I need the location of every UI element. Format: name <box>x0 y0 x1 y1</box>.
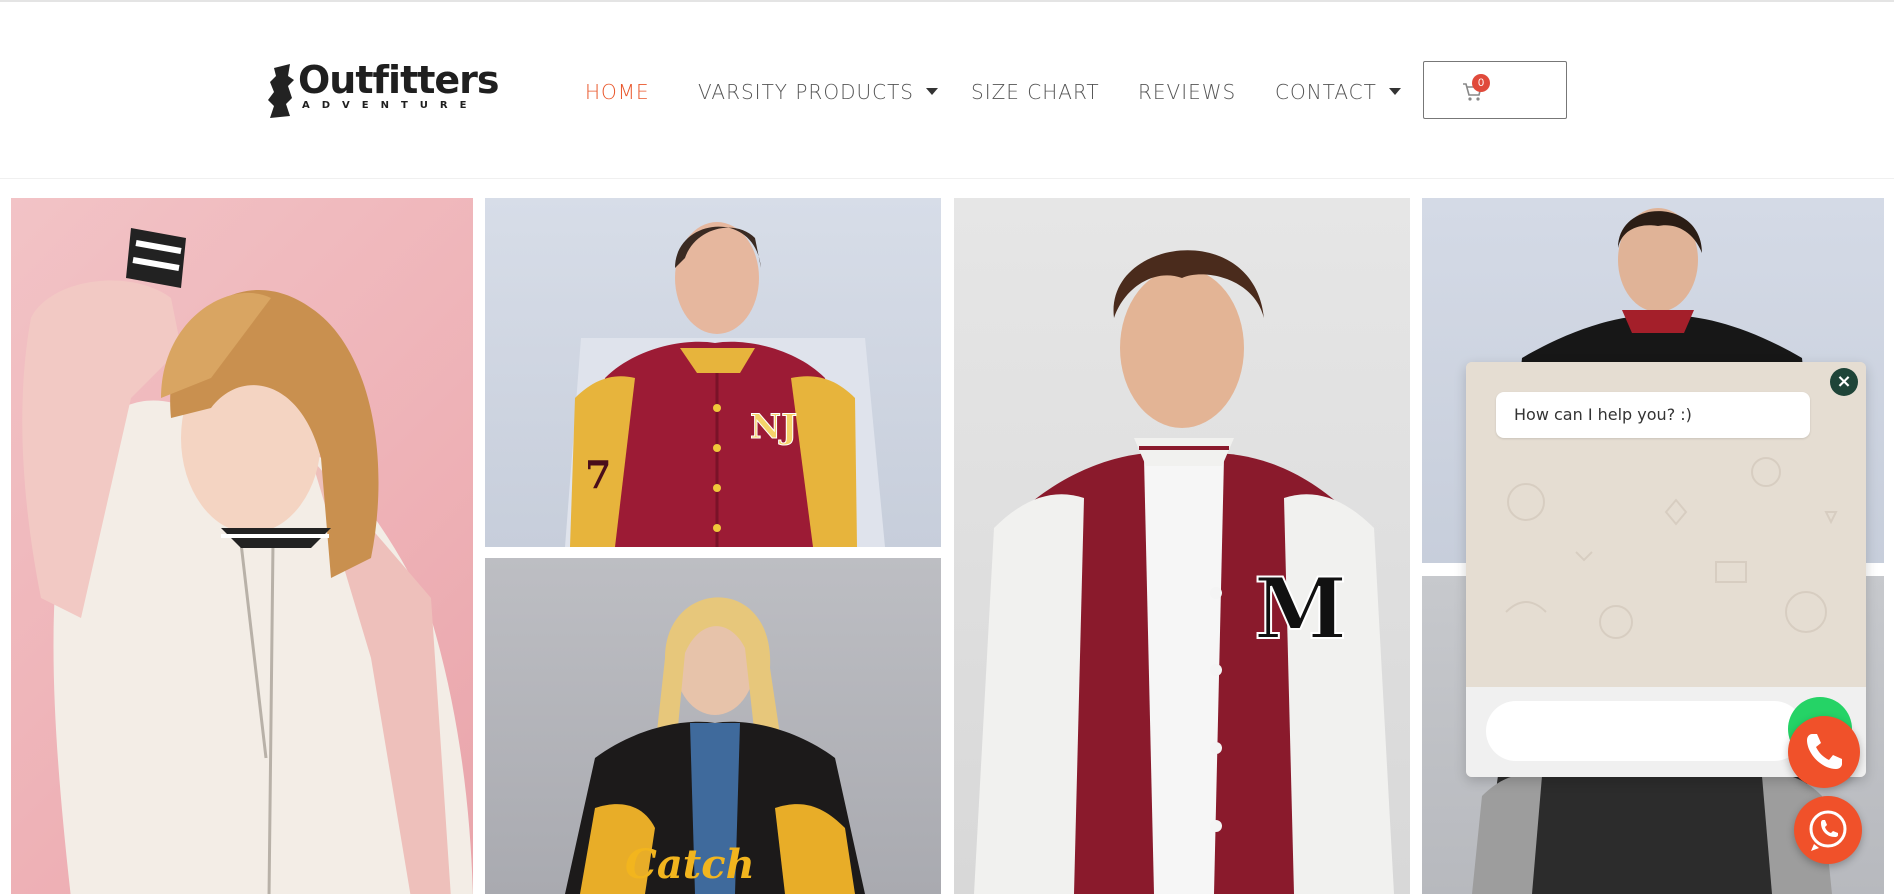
gallery-photo-woman-maroon-varsity[interactable]: NJ 7 <box>485 198 941 547</box>
nav-home[interactable]: HOME <box>585 80 650 104</box>
chat-message-input[interactable] <box>1486 701 1804 761</box>
close-icon[interactable]: × <box>1830 368 1858 396</box>
whatsapp-icon <box>1809 810 1847 851</box>
phone-icon <box>1807 734 1842 769</box>
nav-size-chart[interactable]: SIZE CHART <box>971 80 1100 104</box>
chevron-down-icon <box>925 88 938 95</box>
chat-body: How can I help you? :) <box>1466 362 1866 687</box>
logo[interactable]: Outfitters ADVENTURE <box>266 58 500 122</box>
photo-illustration: NJ 7 <box>565 222 885 547</box>
gallery-photo-woman-black-yellow-varsity[interactable]: Catch <box>485 558 941 894</box>
gallery-photo-man-maroon-varsity[interactable]: M <box>954 198 1410 894</box>
svg-text:NJ: NJ <box>750 407 797 447</box>
nav-reviews[interactable]: REVIEWS <box>1138 80 1236 104</box>
nav-contact[interactable]: CONTACT <box>1275 80 1401 104</box>
whatsapp-button[interactable] <box>1794 796 1862 864</box>
photo-illustration <box>22 228 473 894</box>
logo-title: Outfitters <box>298 58 500 102</box>
logo-tagline: ADVENTURE <box>302 100 479 111</box>
svg-text:M: M <box>1254 559 1347 658</box>
photo-illustration: M <box>974 250 1394 894</box>
logo-mark-icon <box>268 64 294 118</box>
svg-text:7: 7 <box>585 452 611 497</box>
chevron-down-icon <box>1388 88 1401 95</box>
gallery-photo-woman-pink-bomber[interactable] <box>11 198 473 894</box>
photo-illustration: Catch <box>565 597 865 894</box>
svg-text:Catch: Catch <box>625 841 755 888</box>
cart-button[interactable]: 0 <box>1423 61 1567 119</box>
nav-varsity-products[interactable]: VARSITY PRODUCTS <box>698 80 938 104</box>
chat-widget: How can I help you? :) × <box>1466 362 1866 777</box>
chat-greeting-bubble: How can I help you? :) <box>1496 392 1810 438</box>
nav-varsity-products-label: VARSITY PRODUCTS <box>698 80 914 104</box>
cart-count-badge: 0 <box>1472 74 1490 92</box>
site-header: Outfitters ADVENTURE HOME VARSITY PRODUC… <box>0 2 1894 179</box>
nav-contact-label: CONTACT <box>1275 80 1377 104</box>
phone-button[interactable] <box>1788 716 1860 788</box>
